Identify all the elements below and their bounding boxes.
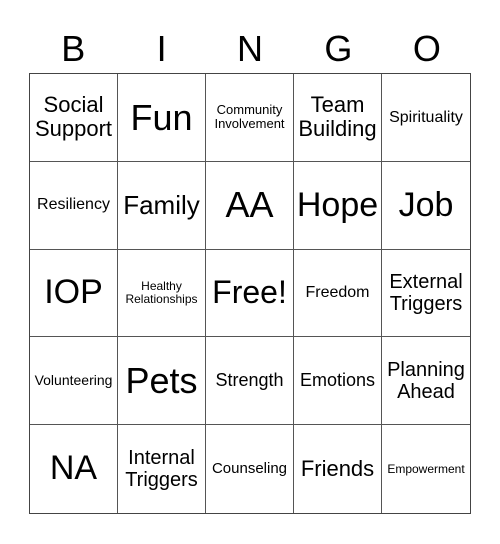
bingo-cell[interactable]: Volunteering (30, 337, 118, 426)
bingo-cell[interactable]: Strength (206, 337, 294, 426)
bingo-cell[interactable]: Hope (294, 161, 382, 250)
bingo-cell[interactable]: Community Involvement (206, 74, 294, 162)
bingo-cell[interactable]: Freedom (294, 249, 382, 338)
bingo-cell[interactable]: Job (382, 162, 470, 250)
bingo-cell[interactable]: Family (118, 161, 206, 250)
bingo-cell[interactable]: Friends (294, 425, 382, 513)
bingo-cell[interactable]: AA (206, 161, 294, 250)
bingo-cell[interactable]: Pets (118, 337, 206, 426)
bingo-cell[interactable]: NA (30, 425, 118, 513)
header-letter-o: O (412, 28, 441, 69)
bingo-cell[interactable]: Internal Triggers (118, 425, 206, 513)
bingo-header: B I N G O (29, 26, 471, 72)
bingo-cell[interactable]: External Triggers (382, 250, 470, 338)
bingo-cell[interactable]: Resiliency (30, 161, 118, 250)
bingo-cell[interactable]: Team Building (294, 74, 382, 162)
bingo-cell[interactable]: Healthy Relationships (118, 249, 206, 338)
header-letter-n: N (237, 28, 264, 69)
bingo-cell-free[interactable]: Free! (206, 249, 294, 338)
bingo-card-grid: Social Support Fun Community Involvement… (29, 73, 471, 514)
header-letter-g: G (324, 28, 353, 69)
header-letter-i: I (156, 28, 167, 69)
bingo-cell[interactable]: Empowerment (382, 425, 470, 513)
bingo-cell[interactable]: Counseling (206, 425, 294, 513)
bingo-cell[interactable]: Fun (118, 74, 206, 162)
bingo-cell[interactable]: Spirituality (382, 74, 470, 162)
bingo-cell[interactable]: Social Support (30, 74, 118, 162)
bingo-cell[interactable]: Planning Ahead (382, 337, 470, 426)
header-letter-b: B (61, 28, 86, 69)
bingo-cell[interactable]: Emotions (294, 337, 382, 426)
bingo-cell[interactable]: IOP (30, 249, 118, 338)
